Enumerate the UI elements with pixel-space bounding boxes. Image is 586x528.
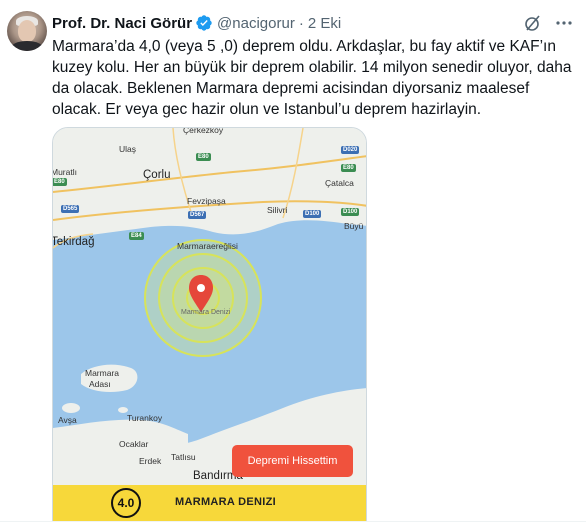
road-sign-d100-b: D100 xyxy=(341,208,360,216)
tweet-media-map[interactable]: Çerkezköy Ulaş Muratlı Çorlu Çatalca Fev… xyxy=(52,127,367,528)
author-handle[interactable]: @nacigorur xyxy=(217,15,295,32)
tweet-text: Marmara’da 4,0 (veya 5 ,0) deprem oldu. … xyxy=(52,38,572,118)
avatar-face xyxy=(18,20,36,42)
grok-icon[interactable] xyxy=(523,13,543,33)
author-avatar[interactable] xyxy=(7,11,47,51)
more-dots-icon[interactable] xyxy=(553,13,575,33)
avatar-shirt xyxy=(11,41,43,51)
map-label-marmara-denizi: Marmara Denizi xyxy=(181,309,231,316)
map-label-corlu: Çorlu xyxy=(143,169,171,181)
map-label-catalca: Çatalca xyxy=(325,178,354,188)
map-label-erdek: Erdek xyxy=(139,456,162,466)
map-label-buyuk: Büyü xyxy=(344,221,364,231)
map-label-marmara-adasi-line1: Marmara xyxy=(85,368,120,378)
road-sign-e84: E84 xyxy=(129,232,144,240)
road-sign-e80-right: E80 xyxy=(341,164,356,172)
earthquake-region: MARMARA DENIZI xyxy=(175,496,276,508)
author-name[interactable]: Prof. Dr. Naci Görür xyxy=(52,15,192,32)
magnitude-badge: 4.0 xyxy=(111,488,141,518)
map-label-avsa: Avşa xyxy=(58,415,77,425)
tweet-bottom-divider xyxy=(0,521,586,528)
road-sign-e80-top: E80 xyxy=(196,153,211,161)
map-label-cerkezkoy: Çerkezköy xyxy=(183,127,224,135)
earthquake-map xyxy=(53,128,366,488)
map-label-silivri: Silivri xyxy=(267,205,288,215)
road-sign-d565: D565 xyxy=(61,205,80,213)
tweet-header: Prof. Dr. Naci Görür @nacigorur · 2 Eki xyxy=(52,13,341,33)
map-label-tekirdag: Tekirdağ xyxy=(52,236,95,248)
tweet[interactable]: Prof. Dr. Naci Görür @nacigorur · 2 Eki … xyxy=(0,0,586,528)
road-sign-d100-a: D100 xyxy=(303,210,322,218)
map-label-turankoy: Turankoy xyxy=(127,413,163,423)
map-label-fevzipasa: Fevzipaşa xyxy=(187,196,226,206)
road-sign-d020: D020 xyxy=(341,146,360,154)
map-label-ocaklar: Ocaklar xyxy=(119,439,149,449)
tweet-date[interactable]: 2 Eki xyxy=(308,15,341,32)
road-sign-d567: D567 xyxy=(188,211,207,219)
report-felt-earthquake-button[interactable]: Depremi Hissettim xyxy=(232,445,353,477)
map-label-muratli: Muratlı xyxy=(52,167,77,177)
map-label-tatlisu: Tatlısu xyxy=(171,452,196,462)
verified-badge-icon[interactable] xyxy=(195,14,213,32)
map-label-ulas: Ulaş xyxy=(119,144,137,154)
road-sign-e80-mid: E80 xyxy=(53,178,67,186)
header-separator: · xyxy=(298,14,304,32)
map-label-marmaraereglisi: Marmaraereğlisi xyxy=(177,241,238,251)
map-label-marmara-adasi-line2: Adası xyxy=(89,379,111,389)
